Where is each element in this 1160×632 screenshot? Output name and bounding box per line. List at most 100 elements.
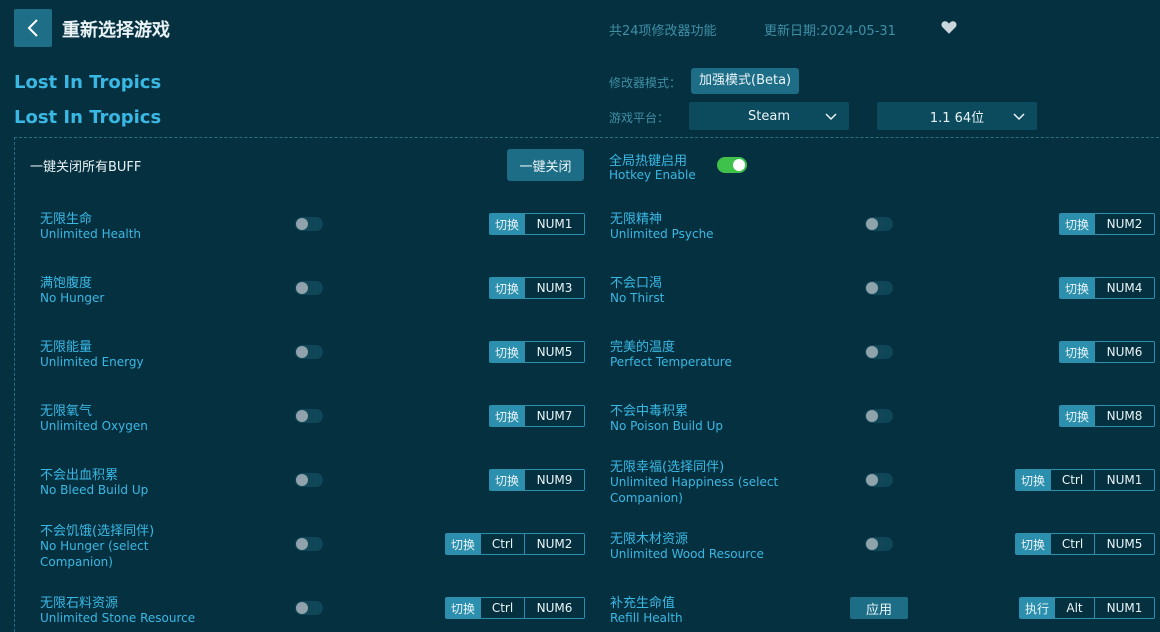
feature-name-en: Unlimited Oxygen [40,419,148,433]
hotkey-group[interactable]: 切换 Ctrl NUM1 [1015,469,1155,491]
apply-button[interactable]: 应用 [850,597,908,619]
toggle-knob [296,346,308,358]
hotkey-group[interactable]: 执行 Alt NUM1 [1019,597,1155,619]
hotkey-enable-toggle[interactable] [717,157,747,173]
hotkey-group[interactable]: 切换 NUM5 [489,341,585,363]
toggle-knob [296,282,308,294]
buff-close-label: 一键关闭所有BUFF [30,160,142,175]
hotkey-group[interactable]: 切换 NUM6 [1059,341,1155,363]
hotkey-group[interactable]: 切换 NUM3 [489,277,585,299]
hotkey-key: NUM8 [1094,406,1154,426]
feature-toggle[interactable] [295,473,323,487]
heart-icon[interactable] [940,18,958,36]
toggle-knob [866,282,878,294]
feature-name-cn: 不会出血积累 [40,468,119,483]
hotkey-group[interactable]: 切换 NUM7 [489,405,585,427]
feature-toggle[interactable] [865,473,893,487]
hotkey-group[interactable]: 切换 NUM2 [1059,213,1155,235]
update-date: 更新日期:2024-05-31 [764,24,896,39]
hotkey-group[interactable]: 切换 NUM1 [489,213,585,235]
feature-name-cn: 不会中毒积累 [610,404,689,419]
toggle-knob [296,218,308,230]
toggle-knob [866,410,878,422]
platform-select[interactable]: Steam [689,102,849,130]
hotkey-modifier: Ctrl [1050,534,1094,554]
feature-name-cn: 无限幸福(选择同伴) [610,460,725,475]
hotkey-group[interactable]: 切换 Ctrl NUM6 [445,597,585,619]
feature-name-en: Unlimited Stone Resource [40,611,196,625]
chevron-down-icon [1013,113,1025,121]
mode-label: 修改器模式： [609,76,682,90]
toggle-knob [866,346,878,358]
feature-name-cn: 无限石料资源 [40,596,119,611]
hotkey-modifier: Ctrl [1050,470,1094,490]
feature-name-cn: 无限精神 [610,212,663,227]
feature-toggle[interactable] [295,345,323,359]
hotkey-key: NUM1 [524,214,584,234]
hotkey-modifier: Ctrl [480,534,524,554]
hotkey-key: NUM9 [524,470,584,490]
hotkey-key: NUM6 [524,598,584,618]
back-button[interactable] [14,9,52,47]
version-value: 1.1 64位 [929,110,985,126]
hotkey-action: 切换 [1016,534,1050,554]
hotkey-key: NUM7 [524,406,584,426]
feature-name-cn: 无限生命 [40,212,93,227]
feature-name-cn: 不会口渴 [610,276,663,291]
platform-label: 游戏平台： [609,111,670,125]
hotkey-key: NUM5 [524,342,584,362]
feature-toggle[interactable] [865,409,893,423]
feature-name-en: No Hunger (select Companion) [40,539,149,569]
feature-name-cn: 无限木材资源 [610,532,689,547]
hotkey-label-en: Hotkey Enable [609,168,696,182]
feature-count: 共24项修改器功能 [609,24,717,39]
hotkey-action: 切换 [1060,406,1094,426]
toggle-knob [296,474,308,486]
hotkey-action: 切换 [490,406,524,426]
toggle-knob [296,410,308,422]
toggle-knob [296,538,308,550]
game-title: Lost In Tropics [14,72,162,93]
feature-name-en: Refill Health [610,611,683,625]
feature-name-en: Unlimited Health [40,227,142,241]
hotkey-key: NUM1 [1094,470,1154,490]
feature-toggle[interactable] [865,345,893,359]
feature-name-cn: 补充生命值 [610,596,676,611]
mode-button[interactable]: 加强模式(Beta) [691,68,800,94]
feature-toggle[interactable] [295,217,323,231]
feature-name-en: No Hunger [40,291,105,305]
hotkey-action: 切换 [446,598,480,618]
feature-name-cn: 满饱腹度 [40,276,93,291]
feature-name-en: Unlimited Happiness (select Companion) [610,475,779,505]
hotkey-group[interactable]: 切换 Ctrl NUM2 [445,533,585,555]
hotkey-modifier: Ctrl [480,598,524,618]
feature-toggle[interactable] [295,537,323,551]
hotkey-key: NUM3 [524,278,584,298]
feature-toggle[interactable] [295,409,323,423]
feature-toggle[interactable] [865,217,893,231]
feature-toggle[interactable] [295,601,323,615]
feature-toggle[interactable] [865,537,893,551]
chevron-left-icon [27,19,38,37]
feature-name-en: No Bleed Build Up [40,483,149,497]
version-select[interactable]: 1.1 64位 [877,102,1037,130]
hotkey-action: 切换 [1060,214,1094,234]
hotkey-group[interactable]: 切换 NUM9 [489,469,585,491]
feature-toggle[interactable] [865,281,893,295]
feature-name-en: Unlimited Energy [40,355,144,369]
hotkey-group[interactable]: 切换 NUM4 [1059,277,1155,299]
feature-name-cn: 不会饥饿(选择同伴) [40,524,155,539]
hotkey-action: 切换 [490,342,524,362]
feature-toggle[interactable] [295,281,323,295]
toggle-knob [296,602,308,614]
hotkey-key: NUM2 [1094,214,1154,234]
close-all-button[interactable]: 一键关闭 [507,149,584,181]
page-title: 重新选择游戏 [62,20,170,41]
hotkey-action: 切换 [1060,342,1094,362]
hotkey-group[interactable]: 切换 Ctrl NUM5 [1015,533,1155,555]
hotkey-action: 切换 [490,470,524,490]
hotkey-action: 执行 [1020,598,1054,618]
hotkey-modifier: Alt [1054,598,1094,618]
toggle-knob [866,538,878,550]
hotkey-group[interactable]: 切换 NUM8 [1059,405,1155,427]
